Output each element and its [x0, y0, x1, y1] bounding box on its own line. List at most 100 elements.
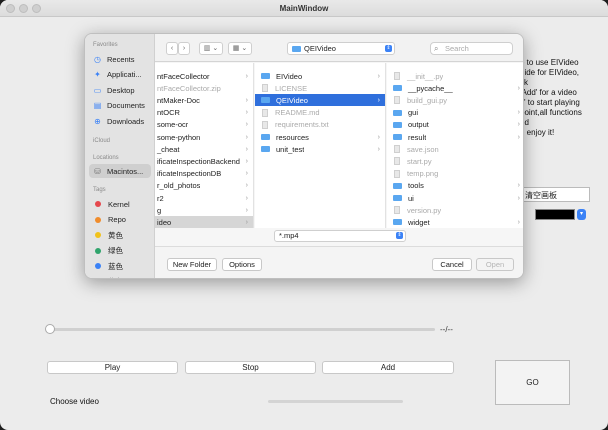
clear-canvas-field[interactable]: 清空画板 — [520, 187, 590, 202]
browser-column-2[interactable]: EIVideo › LICENSE QEIVideo › README.md require… — [255, 63, 386, 228]
sidebar-tag-item[interactable]: Kernel — [89, 197, 151, 211]
new-folder-button[interactable]: New Folder — [167, 258, 217, 271]
help-line: y' to start playing — [520, 98, 580, 107]
browser-column-3[interactable]: __init__.py __pycache__ › build_gui.py gui › o… — [387, 63, 523, 228]
progress-slider-track[interactable] — [50, 328, 435, 331]
help-line: ed — [520, 118, 529, 127]
browser-column-1[interactable]: ntFaceCollector › ntFaceCollector.zip ntMak… — [155, 63, 254, 228]
color-dropdown-arrow[interactable]: ▾ — [577, 209, 586, 220]
folder-row[interactable]: tools › — [387, 180, 523, 192]
sidebar-item-download[interactable]: ⊕ Downloads — [89, 114, 151, 128]
chevron-right-icon: › — [377, 96, 380, 104]
add-button[interactable]: Add — [322, 361, 454, 374]
chevron-right-icon: › — [517, 121, 520, 129]
document-icon — [262, 84, 268, 93]
folder-row[interactable]: ificateInspectionDB › — [155, 168, 253, 180]
chevron-right-icon: › — [517, 194, 520, 202]
folder-row[interactable]: ntFaceCollector › — [155, 70, 253, 82]
color-swatch[interactable] — [535, 209, 575, 220]
stop-button[interactable]: Stop — [185, 361, 316, 374]
row-label: ntFaceCollector.zip — [157, 83, 221, 93]
help-line: 'Add' for a video — [520, 88, 577, 97]
sidebar-item-desktop[interactable]: ▭ Desktop — [89, 83, 151, 97]
sidebar-item-document[interactable]: ▤ Documents — [89, 99, 151, 113]
forward-button[interactable]: › — [178, 42, 190, 55]
folder-row[interactable]: QEIVideo › — [255, 94, 385, 107]
clock-icon: ◷ — [94, 54, 101, 64]
file-row[interactable]: save.json — [387, 143, 523, 155]
folder-row[interactable]: output › — [387, 119, 523, 131]
folder-row[interactable]: ui › — [387, 192, 523, 204]
column-view-button[interactable]: ▥ ⌄ — [199, 42, 223, 55]
chevron-right-icon: › — [245, 170, 248, 178]
folder-row[interactable]: __pycache__ › — [387, 82, 523, 94]
sidebar-tag-item[interactable]: 黄色 — [89, 228, 151, 242]
row-label: QEIVideo — [276, 95, 308, 105]
folder-row[interactable]: result › — [387, 131, 523, 143]
chevron-right-icon: › — [245, 157, 248, 165]
row-label: g — [157, 205, 162, 215]
options-button[interactable]: Options — [222, 258, 262, 271]
file-row[interactable]: version.py — [387, 204, 523, 216]
sidebar-tag-item[interactable]: Repo — [89, 213, 151, 227]
dialog-toolbar: ‹ › ▥ ⌄ ▦ ⌄ QEIVideo ⇕ ⌕ Search — [155, 34, 523, 62]
folder-row[interactable]: ideo › — [155, 216, 253, 228]
folder-row[interactable]: ntOCR › — [155, 107, 253, 119]
sidebar-tag-item[interactable]: 蓝色 — [89, 259, 151, 273]
time-label: --/-- — [440, 325, 453, 334]
go-button[interactable]: GO — [495, 360, 570, 405]
folder-icon — [393, 219, 402, 226]
folder-icon — [292, 46, 301, 52]
file-row[interactable]: ntFaceCollector.zip — [155, 82, 253, 94]
row-label: tools — [408, 181, 424, 191]
file-row[interactable]: README.md — [255, 107, 385, 119]
file-row[interactable]: start.py — [387, 155, 523, 167]
cancel-button[interactable]: Cancel — [432, 258, 472, 271]
title-bar[interactable]: MainWindow — [0, 0, 608, 17]
sidebar-item-label: Applicati... — [107, 70, 142, 79]
sidebar-tag-label: 绿色 — [108, 246, 123, 255]
folder-row[interactable]: some-python › — [155, 131, 253, 143]
sidebar-item-macintosh-hd[interactable]: ⛁ Macintos... — [89, 164, 151, 178]
folder-row[interactable]: widget › — [387, 216, 523, 228]
sidebar-tag-item[interactable]: 紫色 — [89, 275, 151, 278]
document-icon — [394, 72, 400, 80]
chevron-right-icon: › — [245, 182, 248, 190]
location-popup[interactable]: QEIVideo ⇕ — [287, 42, 395, 55]
search-input[interactable]: ⌕ Search — [430, 42, 513, 55]
open-button[interactable]: Open — [476, 258, 514, 271]
folder-row[interactable]: g › — [155, 204, 253, 216]
file-row[interactable]: temp.png — [387, 168, 523, 180]
chevron-right-icon: › — [245, 96, 248, 104]
folder-row[interactable]: ificateInspectionBackend › — [155, 155, 253, 167]
back-button[interactable]: ‹ — [166, 42, 178, 55]
folder-row[interactable]: resources › — [255, 131, 385, 143]
folder-row[interactable]: r_old_photos › — [155, 180, 253, 192]
file-row[interactable]: requirements.txt — [255, 119, 385, 131]
row-label: unit_test — [276, 144, 305, 154]
popup-arrows-icon: ⇕ — [396, 232, 403, 239]
file-row[interactable]: build_gui.py — [387, 94, 523, 106]
help-line: e to use EIVideo — [520, 58, 579, 67]
file-row[interactable]: __init__.py — [387, 70, 523, 82]
folder-row[interactable]: ntMaker-Doc › — [155, 94, 253, 106]
disk-icon: ⛁ — [94, 166, 101, 176]
sidebar-item-applications[interactable]: ✦ Applicati... — [89, 68, 151, 82]
grid-view-button[interactable]: ▦ ⌄ — [228, 42, 252, 55]
row-label: LICENSE — [275, 83, 308, 93]
play-button[interactable]: Play — [47, 361, 178, 374]
help-line: d enjoy it! — [520, 128, 555, 137]
folder-row[interactable]: r2 › — [155, 192, 253, 204]
folder-row[interactable]: EIVideo › — [255, 70, 385, 82]
folder-row[interactable]: gui › — [387, 107, 523, 119]
folder-row[interactable]: some-ocr › — [155, 119, 253, 131]
sidebar-item-clock[interactable]: ◷ Recents — [89, 52, 151, 66]
folder-icon — [261, 97, 270, 104]
file-row[interactable]: LICENSE — [255, 82, 385, 94]
sidebar-tag-item[interactable]: 绿色 — [89, 244, 151, 258]
folder-row[interactable]: _cheat › — [155, 143, 253, 155]
folder-row[interactable]: unit_test › — [255, 143, 385, 155]
file-format-popup[interactable]: *.mp4 ⇕ — [274, 230, 406, 242]
progress-slider-knob[interactable] — [45, 324, 55, 334]
chevron-right-icon: › — [377, 72, 380, 80]
